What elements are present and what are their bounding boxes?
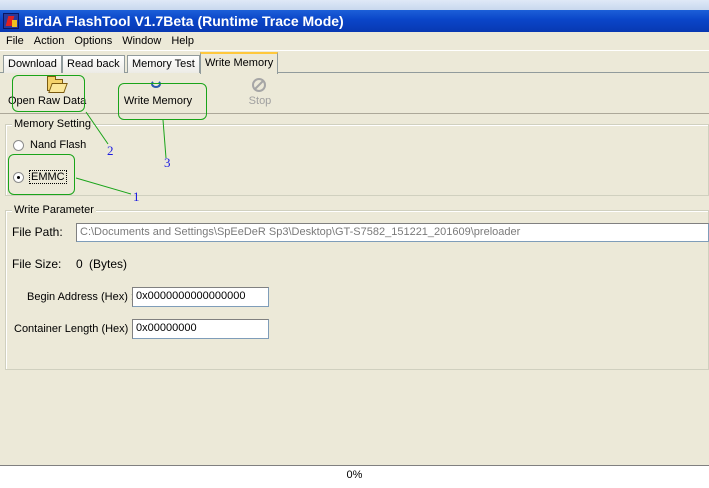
annotation-number-1: 1 bbox=[133, 189, 140, 204]
title-bar: BirdA FlashTool V1.7Beta (Runtime Trace … bbox=[0, 10, 709, 32]
file-size-label: File Size: bbox=[12, 257, 62, 271]
begin-address-field[interactable]: 0x0000000000000000 bbox=[132, 287, 269, 307]
menu-options[interactable]: Options bbox=[69, 35, 117, 47]
stop-icon bbox=[252, 78, 266, 92]
menu-file[interactable]: File bbox=[1, 35, 29, 47]
nand-flash-label: Nand Flash bbox=[30, 139, 87, 151]
container-length-label: Container Length (Hex) : bbox=[14, 323, 135, 335]
tab-read-back[interactable]: Read back bbox=[62, 55, 125, 73]
file-path-label: File Path: bbox=[12, 225, 63, 239]
nand-flash-radio[interactable] bbox=[13, 139, 24, 151]
nand-flash-option[interactable]: Nand Flash bbox=[13, 139, 86, 151]
annotation-box-open-raw-data bbox=[12, 75, 85, 112]
menu-window[interactable]: Window bbox=[117, 35, 166, 47]
container-length-field[interactable]: 0x00000000 bbox=[132, 319, 269, 339]
file-path-field[interactable]: C:\Documents and Settings\SpEeDeR Sp3\De… bbox=[76, 223, 709, 242]
menu-help[interactable]: Help bbox=[166, 35, 199, 47]
stop-button[interactable]: Stop bbox=[244, 95, 276, 107]
tab-download[interactable]: Download bbox=[3, 55, 62, 73]
annotation-number-2: 2 bbox=[107, 143, 114, 158]
tab-write-memory[interactable]: Write Memory bbox=[200, 52, 279, 74]
annotation-box-emmc bbox=[8, 154, 75, 195]
progress-bar: 0% bbox=[0, 465, 709, 488]
begin-address-label: Begin Address (Hex) : bbox=[27, 291, 134, 303]
file-size-unit: (Bytes) bbox=[89, 257, 128, 271]
window-title: BirdA FlashTool V1.7Beta (Runtime Trace … bbox=[24, 13, 344, 29]
top-strip bbox=[0, 0, 709, 10]
menu-bar: File Action Options Window Help bbox=[0, 32, 709, 51]
tab-strip: Download Read back Memory Test Write Mem… bbox=[0, 52, 709, 74]
annotation-box-write-memory bbox=[118, 83, 207, 120]
tab-memory-test[interactable]: Memory Test bbox=[127, 55, 200, 73]
app-icon bbox=[3, 13, 19, 29]
annotation-number-3: 3 bbox=[164, 155, 171, 170]
menu-action[interactable]: Action bbox=[29, 35, 70, 47]
memory-setting-group bbox=[5, 124, 709, 196]
progress-text: 0% bbox=[346, 469, 363, 481]
toolbar-divider bbox=[0, 113, 709, 114]
file-size-value: 0 bbox=[76, 257, 83, 271]
memory-setting-legend: Memory Setting bbox=[12, 118, 94, 130]
write-parameter-legend: Write Parameter bbox=[12, 204, 96, 216]
